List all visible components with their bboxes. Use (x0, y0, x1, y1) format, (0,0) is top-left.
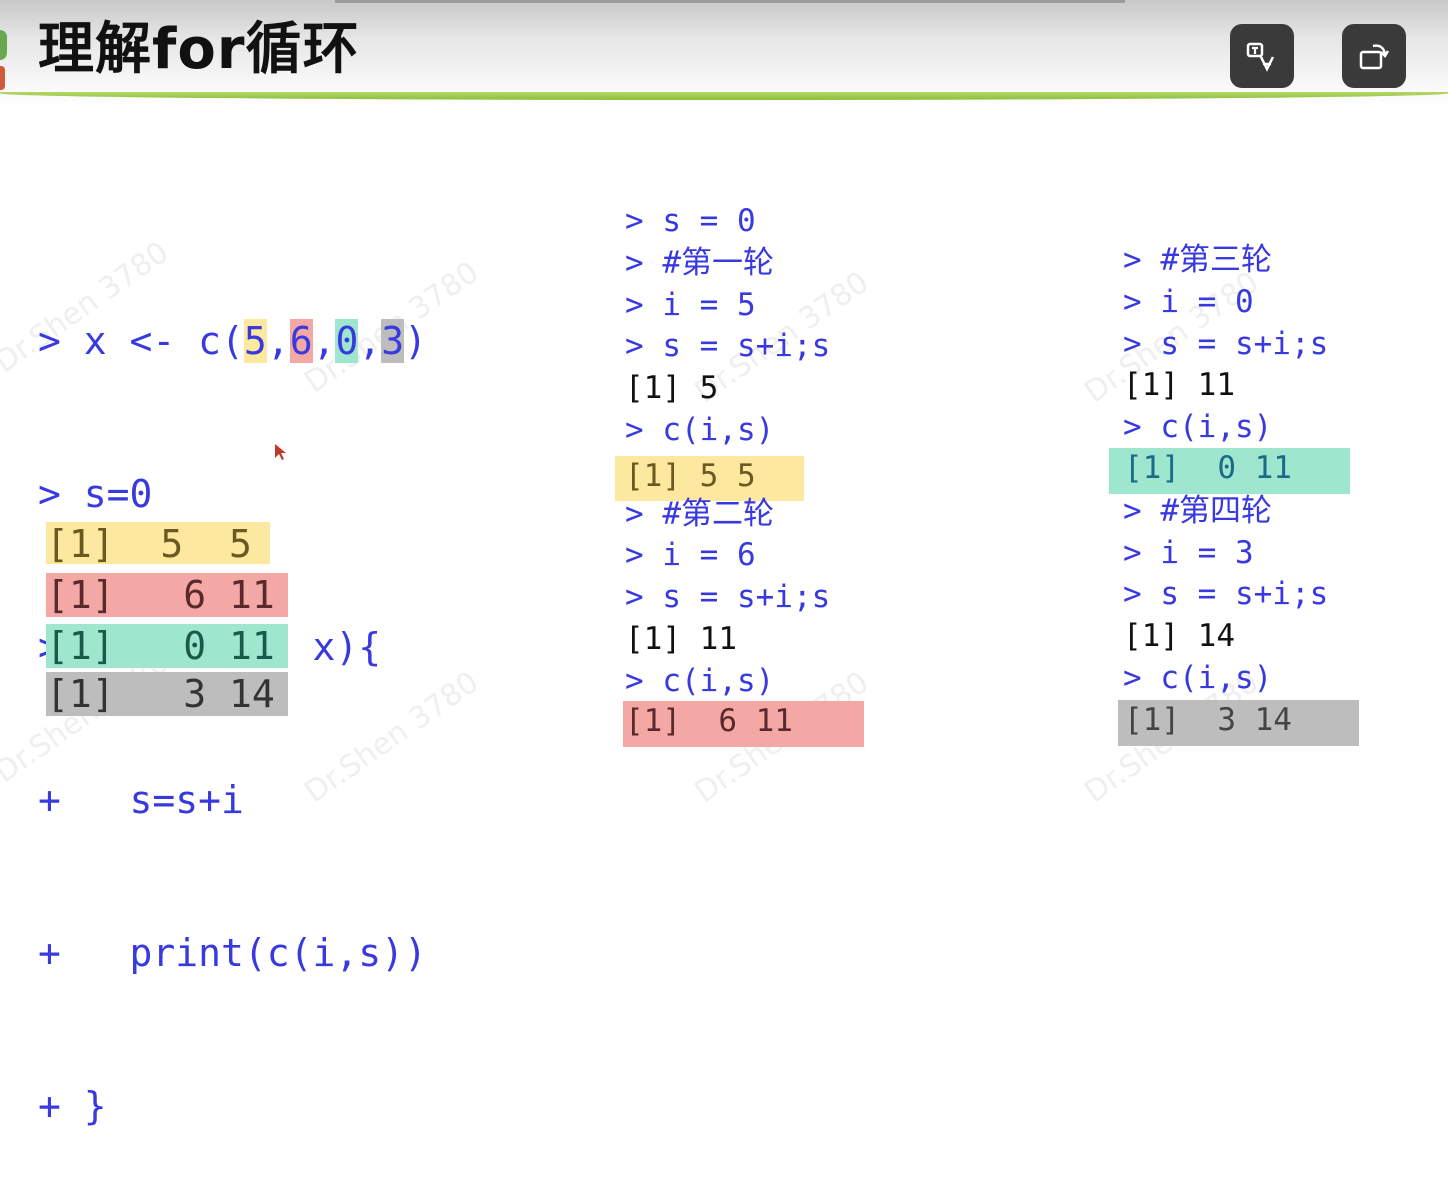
console-line: > s = 0 (625, 203, 756, 239)
header-underline (0, 92, 1448, 100)
output-round-2: [1] 6 11 (46, 573, 288, 617)
code-text: > x <- c( (38, 319, 244, 363)
output-round-1: [1] 5 5 (46, 522, 270, 566)
translate-icon (1246, 42, 1275, 72)
mouse-cursor-icon (275, 444, 286, 460)
output-band-round-2: [1] 6 11 (623, 701, 864, 747)
edge-mark (0, 30, 7, 60)
console-line: > c(i,s) (1123, 659, 1273, 696)
console-line: [1] 5 (625, 370, 719, 407)
output-band-round-4: [1] 3 14 (1118, 700, 1359, 746)
console-line: > s = s+i;s (1123, 576, 1329, 613)
slide-header: 理解for循环 (0, 0, 1448, 110)
output-round-4: [1] 3 14 (46, 672, 288, 716)
console-line: > c(i,s) (1123, 409, 1273, 446)
console-line: > #第一轮 (625, 244, 774, 281)
band-text: [1] 6 11 (625, 703, 793, 739)
top-strip (335, 0, 1125, 3)
code-text: ) (404, 319, 428, 363)
code-line: + print(c(i,s)) (38, 931, 427, 975)
page-title: 理解for循环 (38, 17, 360, 82)
code-text: , (312, 319, 336, 363)
console-line: [1] 11 (1123, 367, 1235, 404)
translate-button[interactable] (1230, 24, 1294, 88)
edge-mark (0, 66, 5, 90)
highlight-value-0: 0 (335, 319, 359, 363)
console-line: > #第三轮 (1123, 242, 1272, 278)
console-line: > #第四轮 (1123, 492, 1272, 529)
console-line: > s = s+i;s (1123, 325, 1329, 362)
console-line: > i = 3 (1123, 534, 1254, 571)
console-line: > i = 6 (625, 537, 756, 574)
console-line: > #第二轮 (625, 495, 774, 532)
code-line-assign-x: > x <- c(5,6,0,3) (38, 316, 427, 367)
console-line: > i = 0 (1123, 283, 1254, 320)
code-text: , (266, 319, 290, 363)
code-text: , (358, 319, 382, 363)
code-line: + } (38, 1084, 107, 1128)
console-line: [1] 14 (1123, 618, 1235, 655)
code-line: + s=s+i (38, 778, 244, 822)
highlight-value-6: 6 (289, 319, 313, 363)
highlight-value-3: 3 (381, 319, 405, 363)
console-line: > c(i,s) (625, 662, 775, 699)
band-text: [1] 3 14 (1124, 702, 1292, 738)
console-line: > s = s+i;s (625, 328, 831, 365)
console-line: > i = 5 (625, 286, 756, 323)
console-line: [1] 11 (625, 620, 737, 657)
highlight-value-5: 5 (243, 319, 267, 363)
code-line: > s=0 (38, 472, 153, 516)
rotate-screen-button[interactable] (1342, 24, 1406, 88)
rotate-screen-icon (1359, 44, 1390, 70)
console-line: > c(i,s) (625, 411, 775, 448)
right-console: > #第三轮 > i = 0 > s = s+i;s [1] 11 > c(i,… (1123, 240, 1328, 700)
console-line: > s = s+i;s (625, 579, 831, 616)
output-round-3: [1] 0 11 (46, 624, 288, 668)
middle-console: > s = 0 > #第一轮 > i = 5 > s = s+i;s [1] 5… (625, 201, 830, 703)
